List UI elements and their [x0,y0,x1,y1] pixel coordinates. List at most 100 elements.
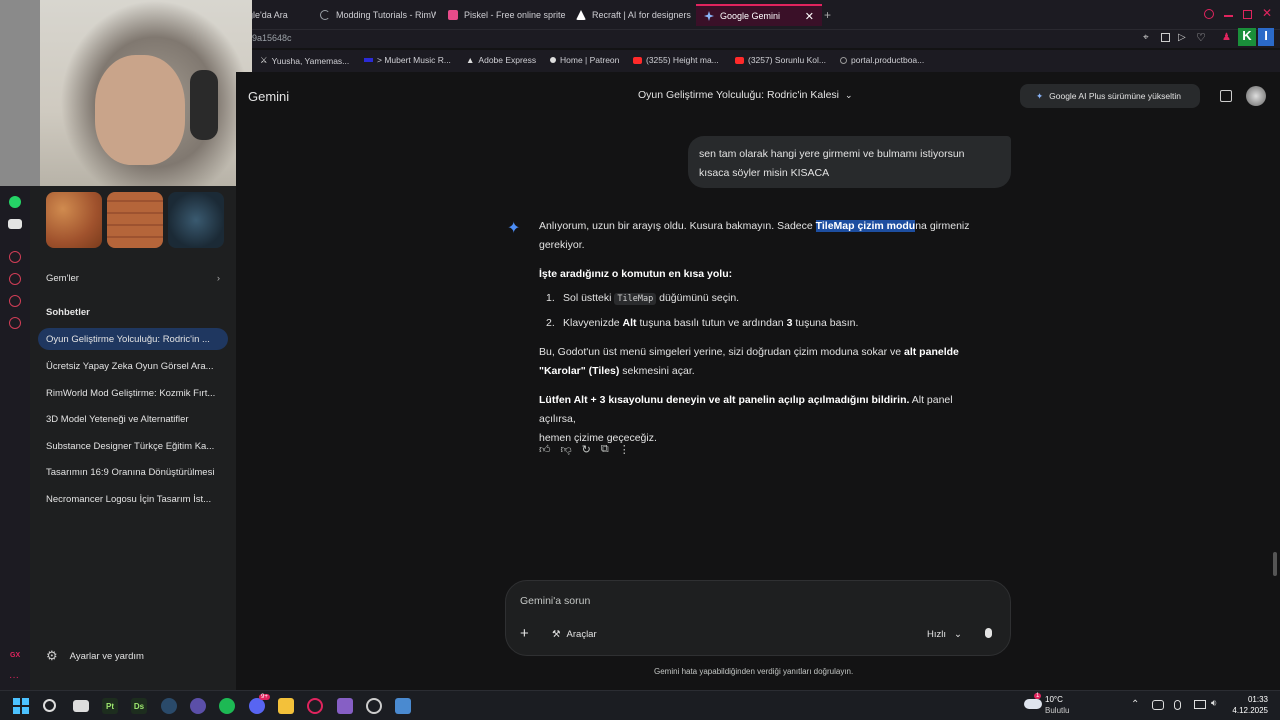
clock-time[interactable]: 01:33 [1244,695,1268,704]
prompt-box: Gemini'a sorun + ⚒ Araçlar Hızlı ⌄ [505,580,1011,656]
tools-button[interactable]: ⚒ Araçlar [552,629,597,640]
discord-taskbar-icon[interactable] [249,698,265,714]
close-window-icon[interactable]: ✕ [1262,6,1272,20]
conversation-title: Oyun Geliştirme Yolculuğu: Rodric'in Kal… [638,89,840,101]
thumbs-down-icon[interactable]: 👎︎ [561,443,572,456]
mic-tray-icon[interactable] [1174,700,1181,710]
more-icon[interactable]: ··· [9,672,19,683]
piskel-icon [448,10,458,20]
mode-selector[interactable]: Hızlı ⌄ [927,629,962,640]
temporary-chat-icon[interactable] [1220,90,1232,102]
chevron-up-icon[interactable]: ⌃ [1131,699,1139,710]
search-icon[interactable] [43,699,56,712]
list-number: 2. [546,317,555,329]
gem-thumbnail-2[interactable] [107,192,163,248]
upgrade-button[interactable]: ✦ Google AI Plus sürümüne yükseltin [1020,84,1200,108]
bookmark-mubert[interactable]: > Mubert Music R... [364,55,451,65]
thumbs-up-icon[interactable]: 👍︎ [539,443,551,456]
gem-thumbnail-3[interactable] [168,192,224,248]
designer-icon[interactable]: Ds [131,698,147,714]
bold-text: Lütfen Alt + 3 kısayolunu deneyin ve alt… [539,394,910,406]
profile-icon[interactable]: ♟ [1222,32,1231,43]
extension-k-icon[interactable]: K [1238,28,1256,46]
step-1: 1. Sol üstteki TileMap düğümünü seçin. [539,289,989,309]
tab-modding-tutorials[interactable]: Modding Tutorials - RimW [312,4,436,26]
history-icon[interactable] [9,273,21,285]
display-icon[interactable] [1194,700,1206,709]
settings-icon[interactable] [9,317,21,329]
tab-piskel[interactable]: Piskel - Free online sprite [440,4,566,26]
avatar[interactable] [1246,86,1266,106]
prompt-input[interactable]: Gemini'a sorun [520,595,590,607]
url-text: 9a15648c [252,33,292,43]
tab-recraft[interactable]: Recraft | AI for designers [568,4,694,26]
extensions-icon[interactable] [9,295,21,307]
whatsapp-icon[interactable] [9,196,21,208]
microphone-icon[interactable] [985,628,992,638]
godot-icon[interactable] [161,698,177,714]
windows-start-icon[interactable] [13,698,29,714]
gems-link[interactable]: Gem'ler › [38,267,228,289]
chat-item[interactable]: Substance Designer Türkçe Eğitim Ka... [38,435,228,457]
extension-i-icon[interactable]: I [1258,28,1274,46]
bookmark-adobe-express[interactable]: ▲ Adobe Express [466,55,536,65]
chat-item[interactable]: RimWorld Mod Geliştirme: Kozmik Fırt... [38,382,228,404]
chat-item[interactable]: 3D Model Yeteneği ve Alternatifler [38,408,228,430]
visual-studio-icon[interactable] [337,698,353,714]
bookmark-youtube-3257[interactable]: (3257) Sorunlu Kol... [735,55,826,65]
list-number: 1. [546,292,555,304]
search-tabs-icon[interactable] [1204,9,1214,19]
cloud-sync-icon[interactable] [1152,700,1164,710]
heart-icon[interactable]: ♡ [1196,31,1206,44]
gemini-sparkle-icon: ✦ [507,220,521,237]
chevron-right-icon: › [216,272,220,284]
minimize-icon[interactable] [1224,15,1233,17]
app-icon[interactable] [366,698,382,714]
new-tab-button[interactable]: + [824,8,831,22]
more-options-icon[interactable]: ⋮ [619,443,630,456]
task-view-icon[interactable] [73,700,89,712]
bookmark-label: portal.productboa... [851,55,925,65]
text: Bu, Godot'un üst menü simgeleri yerine, … [539,346,905,358]
windows-taskbar: Pt Ds 9+ 1 10°C Bulutlu ⌃ 🔉︎ 01:33 4.12.… [0,690,1280,720]
chat-item[interactable]: Tasarımın 16:9 Oranına Dönüştürülmesi [38,461,228,483]
spotify-icon[interactable] [219,698,235,714]
painter-icon[interactable]: Pt [102,698,118,714]
opera-gx-icon[interactable] [307,698,323,714]
snapshot-icon[interactable] [1161,33,1170,42]
bookmark-patreon[interactable]: Home | Patreon [550,55,619,65]
chat-label: 3D Model Yeteneği ve Alternatifler [46,413,189,425]
tools-icon: ⚒ [552,629,561,640]
discord-icon[interactable] [8,219,22,229]
bookmark-label: Yuusha, Yamemas... [271,55,350,66]
file-explorer-icon[interactable] [278,698,294,714]
bookmark-youtube-3255[interactable]: (3255) Height ma... [633,55,719,65]
regenerate-icon[interactable]: ↻ [582,443,591,456]
conversation-title-button[interactable]: Oyun Geliştirme Yolculuğu: Rodric'in Kal… [638,89,853,101]
settings-help-button[interactable]: ⚙ Ayarlar ve yardım [38,645,228,667]
copy-icon[interactable]: ⧉ [601,443,609,456]
clock-date[interactable]: 4.12.2025 [1230,706,1268,715]
weather-cloud-icon[interactable] [1024,699,1042,709]
add-files-button[interactable]: + [520,625,529,642]
bookmark-productboard[interactable]: portal.productboa... [840,55,924,65]
text: düğümünü seçin. [656,292,740,304]
play-icon[interactable]: ▷ [1178,32,1186,43]
tab-google-gemini[interactable]: Google Gemini ✕ [696,4,822,26]
app-icon[interactable] [190,698,206,714]
bookmark-icon[interactable]: ⌖ [1143,32,1149,43]
bookmark-yuusha[interactable]: ⚔ Yuusha, Yamemas... [260,55,349,66]
gem-thumbnail-1[interactable] [46,192,102,248]
volume-icon[interactable]: 🔉︎ [1211,698,1217,709]
chat-item[interactable]: Necromancer Logosu İçin Tasarım İst... [38,488,228,510]
maximize-icon[interactable] [1243,10,1252,19]
close-tab-icon[interactable]: ✕ [805,10,814,23]
app-icon[interactable] [395,698,411,714]
player-icon[interactable] [9,251,21,263]
chat-item[interactable]: Ücretsiz Yapay Zeka Oyun Görsel Ara... [38,355,228,377]
opera-gx-logo: GX [10,652,21,659]
chat-item[interactable]: Oyun Geliştirme Yolculuğu: Rodric'in ... [38,328,228,350]
text: Anlıyorum, uzun bir arayış oldu. Kusura … [539,220,816,232]
scrollbar[interactable] [1273,552,1277,576]
text: tuşuna basılı tutun ve ardından [636,317,787,329]
